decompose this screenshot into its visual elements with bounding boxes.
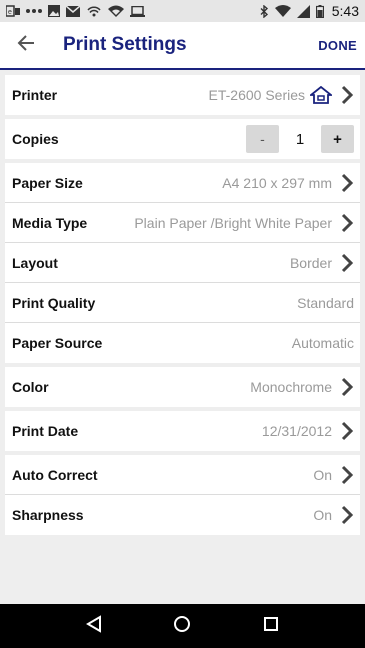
copies-label: Copies: [12, 131, 59, 147]
color-label: Color: [12, 379, 49, 395]
home-icon: [310, 86, 332, 104]
square-recents-icon: [263, 616, 279, 637]
print-quality-label: Print Quality: [12, 294, 96, 311]
printer-value: ET-2600 Series: [208, 87, 306, 103]
correction-group: Auto Correct On Sharpness On: [5, 455, 360, 535]
chevron-right-icon: [340, 253, 354, 273]
sharpness-label: Sharpness: [12, 507, 84, 523]
paper-size-row[interactable]: Paper Size A4 210 x 297 mm: [5, 163, 360, 203]
app-bar: Print Settings DONE: [0, 22, 365, 70]
nav-back-button[interactable]: [74, 606, 114, 646]
copies-group: Copies - 1 +: [5, 119, 360, 159]
color-row[interactable]: Color Monochrome: [5, 367, 360, 407]
more-dots-icon: [26, 8, 42, 14]
arrow-left-icon: [17, 34, 35, 56]
printer-group: Printer ET-2600 Series: [5, 75, 360, 115]
nav-recents-button[interactable]: [251, 606, 291, 646]
wifi-icon: [108, 5, 124, 17]
layout-row[interactable]: Layout Border: [5, 243, 360, 283]
print-date-label: Print Date: [12, 423, 79, 439]
chevron-right-icon: [340, 213, 354, 233]
back-button[interactable]: [2, 21, 50, 69]
laptop-icon: [130, 5, 145, 17]
sharpness-row[interactable]: Sharpness On: [5, 495, 360, 535]
decrement-button[interactable]: -: [246, 125, 279, 153]
media-type-label: Media Type: [12, 214, 88, 231]
auto-correct-label: Auto Correct: [12, 466, 98, 483]
triangle-back-icon: [85, 614, 103, 638]
chevron-right-icon: [340, 505, 354, 525]
wifi-print-icon: [86, 5, 102, 17]
media-type-value: Plain Paper /Bright White Paper: [134, 214, 332, 231]
print-date-value: 12/31/2012: [261, 423, 332, 439]
print-quality-value: Standard: [297, 294, 354, 311]
print-date-group: Print Date 12/31/2012: [5, 411, 360, 451]
chevron-right-icon: [340, 173, 354, 193]
status-bar: e 5:43: [0, 0, 365, 22]
paper-size-value: A4 210 x 297 mm: [222, 174, 332, 191]
paper-group: Paper Size A4 210 x 297 mm Media Type Pl…: [5, 163, 360, 363]
paper-source-row: Paper Source Automatic: [5, 323, 360, 363]
color-value: Monochrome: [250, 379, 332, 395]
printer-label: Printer: [12, 87, 58, 103]
chevron-right-icon: [340, 421, 354, 441]
print-date-row[interactable]: Print Date 12/31/2012: [5, 411, 360, 451]
done-button[interactable]: DONE: [318, 38, 357, 53]
page-title: Print Settings: [63, 34, 187, 55]
layout-label: Layout: [12, 254, 58, 271]
auto-correct-value: On: [313, 466, 332, 483]
chevron-right-icon: [340, 465, 354, 485]
media-type-row[interactable]: Media Type Plain Paper /Bright White Pap…: [5, 203, 360, 243]
system-nav-bar: [0, 604, 365, 648]
image-icon: [48, 5, 60, 17]
status-bar-right: 5:43: [260, 3, 359, 19]
circle-home-icon: [173, 615, 191, 638]
app-notification-icon: e: [6, 5, 20, 17]
copies-row: Copies - 1 +: [5, 119, 360, 159]
settings-list: Printer ET-2600 Series Copies - 1 + Pape…: [5, 75, 360, 539]
paper-size-label: Paper Size: [12, 174, 83, 191]
chevron-right-icon: [340, 85, 354, 105]
copies-value: 1: [295, 130, 305, 148]
status-bar-left: e: [6, 5, 145, 17]
mail-icon: [66, 5, 80, 17]
sharpness-value: On: [313, 507, 332, 523]
layout-value: Border: [289, 254, 332, 271]
cell-signal-icon: [296, 4, 310, 18]
paper-source-label: Paper Source: [12, 335, 103, 351]
bluetooth-icon: [260, 4, 269, 18]
wifi-signal-icon: [274, 5, 291, 17]
battery-icon: [315, 4, 324, 18]
color-group: Color Monochrome: [5, 367, 360, 407]
print-quality-row: Print Quality Standard: [5, 283, 360, 323]
svg-text:e: e: [8, 9, 12, 16]
nav-home-button[interactable]: [162, 606, 202, 646]
increment-button[interactable]: +: [321, 125, 354, 153]
auto-correct-row[interactable]: Auto Correct On: [5, 455, 360, 495]
clock: 5:43: [331, 3, 359, 19]
chevron-right-icon: [340, 377, 354, 397]
printer-row[interactable]: Printer ET-2600 Series: [5, 75, 360, 115]
paper-source-value: Automatic: [291, 335, 354, 351]
copies-stepper: - 1 +: [246, 125, 354, 153]
